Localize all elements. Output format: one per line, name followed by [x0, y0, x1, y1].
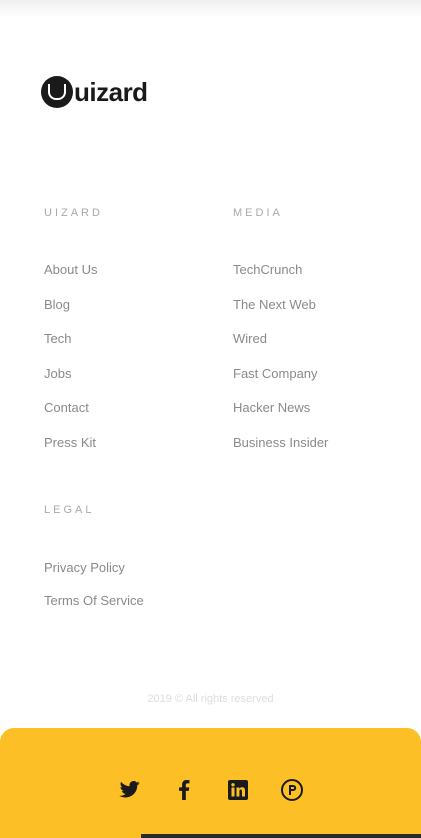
link-terms-of-service[interactable]: Terms Of Service	[44, 593, 144, 609]
media-column: MEDIA TechCrunch The Next Web Wired Fast…	[233, 205, 328, 470]
copyright-text: 2019 © All rights reserved	[147, 693, 274, 705]
media-heading: MEDIA	[233, 207, 283, 219]
uizard-heading: UIZARD	[44, 207, 103, 219]
link-jobs[interactable]: Jobs	[44, 366, 103, 382]
product-hunt-icon[interactable]	[280, 778, 304, 802]
linkedin-icon[interactable]	[226, 778, 250, 802]
link-blog[interactable]: Blog	[44, 297, 103, 313]
facebook-icon[interactable]	[172, 778, 196, 802]
uizard-logo[interactable]: uizard	[41, 74, 148, 110]
twitter-icon[interactable]	[118, 778, 142, 802]
bottom-strip	[141, 834, 421, 838]
footer-page: uizard UIZARD About Us Blog Tech Jobs Co…	[0, 0, 421, 838]
social-bar	[0, 728, 421, 838]
legal-column: LEGAL Privacy Policy Terms Of Service	[44, 502, 144, 626]
link-fast-company[interactable]: Fast Company	[233, 366, 328, 382]
link-about-us[interactable]: About Us	[44, 262, 103, 278]
link-press-kit[interactable]: Press Kit	[44, 435, 103, 451]
legal-links: Privacy Policy Terms Of Service	[44, 560, 144, 609]
social-icons	[0, 778, 421, 802]
link-business-insider[interactable]: Business Insider	[233, 435, 328, 451]
link-hacker-news[interactable]: Hacker News	[233, 400, 328, 416]
link-the-next-web[interactable]: The Next Web	[233, 297, 328, 313]
uizard-links: About Us Blog Tech Jobs Contact Press Ki…	[44, 262, 103, 451]
link-privacy-policy[interactable]: Privacy Policy	[44, 560, 144, 576]
uizard-column: UIZARD About Us Blog Tech Jobs Contact P…	[44, 205, 103, 470]
media-links: TechCrunch The Next Web Wired Fast Compa…	[233, 262, 328, 451]
link-wired[interactable]: Wired	[233, 331, 328, 347]
link-contact[interactable]: Contact	[44, 400, 103, 416]
link-tech[interactable]: Tech	[44, 331, 103, 347]
link-techcrunch[interactable]: TechCrunch	[233, 262, 328, 278]
logo-mark-icon	[41, 76, 73, 108]
header-shadow	[0, 0, 421, 18]
logo-text: uizard	[74, 76, 148, 107]
legal-heading: LEGAL	[44, 504, 95, 516]
